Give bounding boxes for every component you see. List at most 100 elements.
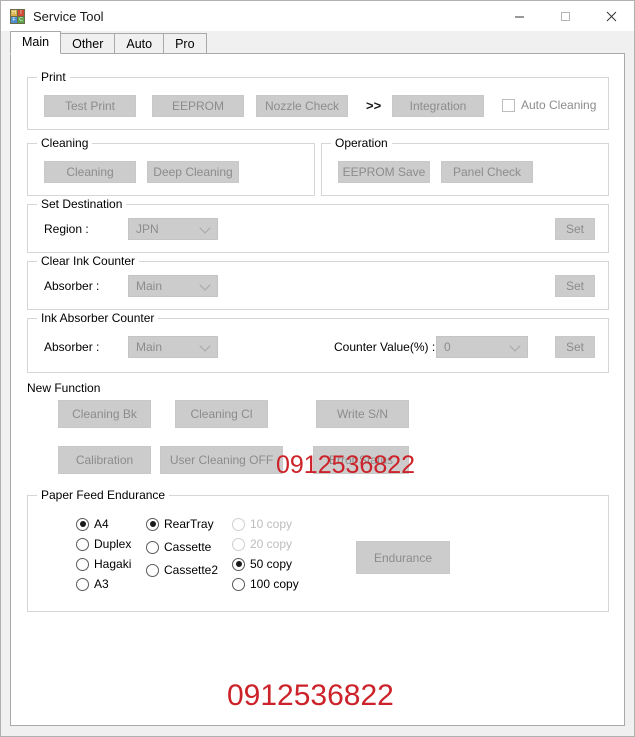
radio-source-cassette2[interactable]: Cassette2 xyxy=(146,563,218,577)
nozzle-check-button[interactable]: Nozzle Check xyxy=(256,95,348,117)
endurance-button[interactable]: Endurance xyxy=(356,541,450,574)
ink-absorber-label: Absorber : xyxy=(44,340,100,354)
radio-circle-icon xyxy=(232,517,245,531)
app-blocks-icon: H I F C xyxy=(9,8,25,24)
service-tool-window: H I F C Service Tool Main Other Auto Pro… xyxy=(0,0,635,737)
radio-circle-icon xyxy=(146,517,159,531)
print-group-legend: Print xyxy=(37,70,70,84)
tab-other[interactable]: Other xyxy=(60,33,116,53)
panel-check-button[interactable]: Panel Check xyxy=(441,161,533,183)
eeprom-save-button[interactable]: EEPROM Save xyxy=(338,161,430,183)
set-destination-legend: Set Destination xyxy=(37,197,127,211)
cleaning-group-legend: Cleaning xyxy=(37,136,93,150)
eeprom-button[interactable]: EEPROM xyxy=(152,95,244,117)
radio-label: A3 xyxy=(94,577,109,591)
radio-label: Duplex xyxy=(94,537,132,551)
chevron-down-icon xyxy=(199,222,211,234)
radio-copies-50[interactable]: 50 copy xyxy=(232,557,292,571)
radio-paper-duplex[interactable]: Duplex xyxy=(76,537,131,551)
radio-source-cassette[interactable]: Cassette xyxy=(146,540,211,554)
radio-paper-hagaki[interactable]: Hagaki xyxy=(76,557,131,571)
radio-circle-icon xyxy=(146,540,159,554)
radio-label: Hagaki xyxy=(94,557,132,571)
watermark-bottom: 0912536822 xyxy=(227,679,394,712)
region-label: Region : xyxy=(44,222,89,236)
window-bottom-spacer xyxy=(1,726,634,736)
window-controls xyxy=(496,1,634,31)
minimize-button[interactable] xyxy=(496,1,542,31)
radio-label: RearTray xyxy=(164,517,214,531)
paper-feed-endurance-legend: Paper Feed Endurance xyxy=(37,488,170,502)
radio-circle-icon xyxy=(232,537,245,551)
new-function-legend: New Function xyxy=(27,381,101,395)
tab-strip: Main Other Auto Pro xyxy=(1,31,634,54)
user-cleaning-off-button[interactable]: User Cleaning OFF xyxy=(160,446,283,474)
calibration-button[interactable]: Calibration xyxy=(58,446,151,474)
ink-absorber-counter-legend: Ink Absorber Counter xyxy=(37,311,159,325)
cleaning-bk-button[interactable]: Cleaning Bk xyxy=(58,400,151,428)
radio-label: A4 xyxy=(94,517,109,531)
set-destination-set-button[interactable]: Set xyxy=(555,218,595,240)
clear-ink-absorber-value: Main xyxy=(136,279,163,293)
main-tab-page: Print Test Print EEPROM Nozzle Check >> … xyxy=(10,53,625,726)
auto-cleaning-label: Auto Cleaning xyxy=(521,98,597,112)
radio-label: 10 copy xyxy=(250,517,293,531)
radio-copies-10[interactable]: 10 copy xyxy=(232,517,292,531)
clear-ink-counter-group: Clear Ink Counter Absorber : Main Set xyxy=(27,254,609,310)
radio-paper-a3[interactable]: A3 xyxy=(76,577,109,591)
test-print-button[interactable]: Test Print xyxy=(44,95,136,117)
clear-ink-counter-set-button[interactable]: Set xyxy=(555,275,595,297)
counter-value-label: Counter Value(%) : xyxy=(334,340,436,354)
cleaning-cl-button[interactable]: Cleaning Cl xyxy=(175,400,268,428)
chevron-down-icon xyxy=(199,279,211,291)
checkbox-box-icon xyxy=(502,98,515,112)
cleaning-button[interactable]: Cleaning xyxy=(44,161,136,183)
region-value: JPN xyxy=(136,222,159,236)
chevron-down-icon xyxy=(199,340,211,352)
radio-circle-icon xyxy=(76,537,89,551)
radio-label: 20 copy xyxy=(250,537,293,551)
operation-group-legend: Operation xyxy=(331,136,392,150)
print-group: Print Test Print EEPROM Nozzle Check >> … xyxy=(27,70,609,130)
radio-paper-a4[interactable]: A4 xyxy=(76,517,109,531)
write-sn-button[interactable]: Write S/N xyxy=(316,400,409,428)
tab-auto[interactable]: Auto xyxy=(114,33,165,53)
title-bar: H I F C Service Tool xyxy=(1,1,634,31)
ink-absorber-value: Main xyxy=(136,340,163,354)
radio-label: Cassette2 xyxy=(164,563,219,577)
paper-feed-endurance-group: Paper Feed Endurance A4 Duplex Hagaki A3 xyxy=(27,488,609,612)
close-button[interactable] xyxy=(588,1,634,31)
radio-copies-20[interactable]: 20 copy xyxy=(232,537,292,551)
radio-circle-icon xyxy=(232,557,245,571)
maximize-button[interactable] xyxy=(542,1,588,31)
ink-absorber-dropdown[interactable]: Main xyxy=(128,336,218,358)
radio-label: 50 copy xyxy=(250,557,293,571)
cleaning-group: Cleaning Cleaning Deep Cleaning xyxy=(27,136,315,196)
radio-circle-icon xyxy=(146,563,159,577)
radio-label: 100 copy xyxy=(250,577,299,591)
radio-circle-icon xyxy=(76,517,89,531)
radio-label: Cassette xyxy=(164,540,212,554)
ink-absorber-counter-set-button[interactable]: Set xyxy=(555,336,595,358)
clear-ink-counter-legend: Clear Ink Counter xyxy=(37,254,140,268)
radio-copies-100[interactable]: 100 copy xyxy=(232,577,299,591)
clear-ink-absorber-label: Absorber : xyxy=(44,279,100,293)
tab-main[interactable]: Main xyxy=(10,31,62,54)
set-destination-group: Set Destination Region : JPN Set xyxy=(27,197,609,253)
deep-cleaning-button[interactable]: Deep Cleaning xyxy=(147,161,239,183)
counter-value-dropdown[interactable]: 0 xyxy=(436,336,528,358)
chevron-down-icon xyxy=(509,340,521,352)
region-dropdown[interactable]: JPN xyxy=(128,218,218,240)
window-title: Service Tool xyxy=(33,8,104,24)
error-status-button[interactable]: Error Status xyxy=(313,446,409,474)
radio-source-reartray[interactable]: RearTray xyxy=(146,517,214,531)
auto-cleaning-checkbox[interactable]: Auto Cleaning xyxy=(502,98,596,112)
operation-group: Operation EEPROM Save Panel Check xyxy=(321,136,609,196)
integration-button[interactable]: Integration xyxy=(392,95,484,117)
radio-circle-icon xyxy=(76,557,89,571)
radio-circle-icon xyxy=(76,577,89,591)
counter-value-value: 0 xyxy=(444,340,451,354)
clear-ink-absorber-dropdown[interactable]: Main xyxy=(128,275,218,297)
radio-circle-icon xyxy=(232,577,245,591)
tab-pro[interactable]: Pro xyxy=(163,33,207,53)
